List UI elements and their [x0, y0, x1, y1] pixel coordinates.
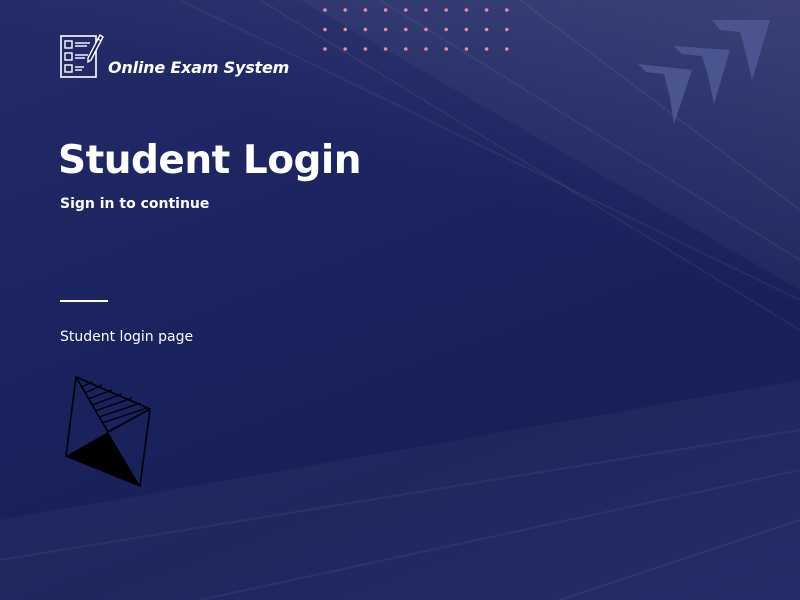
dot-grid-icon [323, 8, 509, 51]
triple-chevron-icon [638, 20, 770, 124]
checklist-pencil-icon [60, 34, 104, 78]
divider [60, 300, 108, 302]
geometric-diamond-icon [65, 375, 151, 488]
page-subtitle: Sign in to continue [60, 196, 210, 212]
brand-logo[interactable]: Online Exam System [60, 34, 289, 78]
page-description: Student login page [60, 329, 194, 345]
page-title: Student Login [58, 138, 362, 183]
brand-name: Online Exam System [108, 58, 290, 77]
